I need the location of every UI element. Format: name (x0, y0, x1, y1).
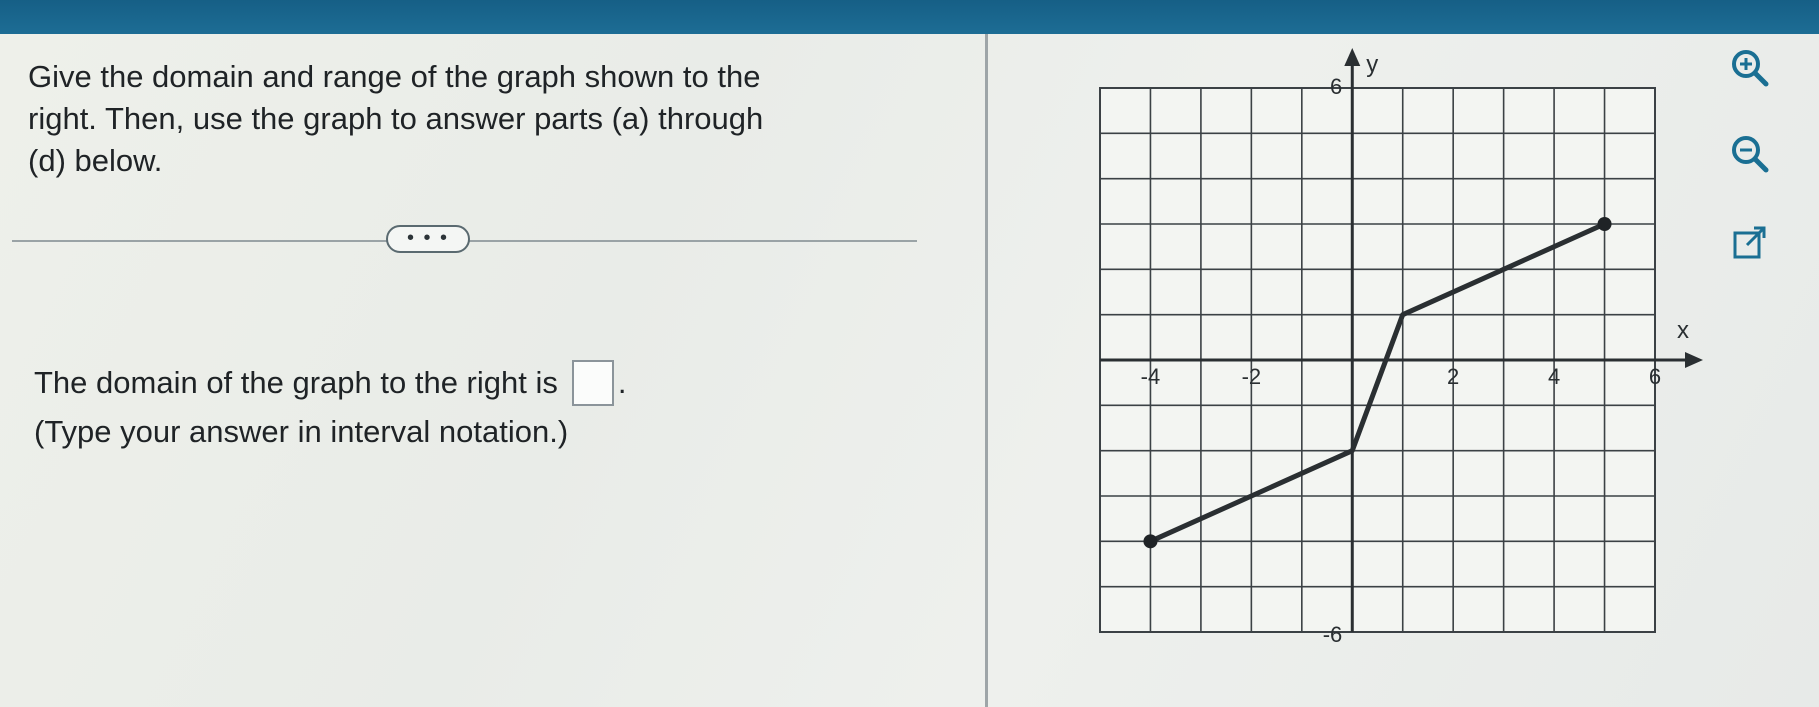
zoom-in-icon (1732, 50, 1769, 87)
graph-toolbar (1720, 40, 1810, 300)
x-axis-arrow (1685, 352, 1703, 368)
y-tick-label: 6 (1330, 74, 1342, 99)
domain-answer-input[interactable] (571, 360, 614, 406)
domain-prompt: The domain of the graph to the right is … (34, 360, 627, 406)
endpoint-dot (1597, 217, 1612, 231)
question-line-3: (d) below. (28, 143, 163, 178)
domain-period: . (617, 365, 627, 400)
x-axis-label: x (1677, 317, 1689, 344)
question-line-1: Give the domain and range of the graph s… (28, 59, 761, 94)
x-tick-label: -2 (1242, 364, 1262, 389)
x-tick-label: 6 (1649, 364, 1661, 389)
function-graph: x y -4 -2 2 4 6 6 -6 (1099, 48, 1703, 647)
window-top-bar (0, 0, 1819, 34)
question-text: Give the domain and range of the graph s… (28, 56, 908, 182)
interval-notation-hint: (Type your answer in interval notation.) (34, 414, 569, 449)
y-tick-label: -6 (1323, 622, 1343, 647)
pane-separator (985, 34, 988, 707)
y-axis-label: y (1366, 51, 1378, 78)
x-tick-label: 4 (1548, 364, 1560, 389)
zoom-in-button[interactable] (1720, 40, 1780, 96)
x-tick-label: -4 (1141, 364, 1161, 389)
question-line-2: right. Then, use the graph to answer par… (28, 101, 764, 136)
domain-prompt-text: The domain of the graph to the right is (34, 365, 558, 400)
endpoint-dot (1143, 534, 1158, 549)
x-tick-label: 2 (1447, 364, 1459, 389)
popout-button[interactable] (1720, 216, 1780, 272)
zoom-out-button[interactable] (1720, 126, 1780, 182)
zoom-out-icon (1732, 136, 1769, 173)
expand-more-button[interactable]: • • • (386, 225, 470, 253)
y-axis-arrow (1344, 48, 1361, 66)
external-link-icon (1733, 226, 1766, 259)
